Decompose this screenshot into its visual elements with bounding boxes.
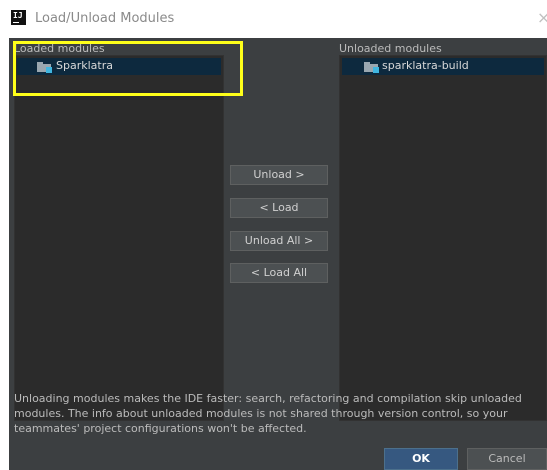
ok-button[interactable]: OK xyxy=(384,448,458,470)
cancel-button[interactable]: Cancel xyxy=(467,448,547,470)
app-icon-underscore xyxy=(13,22,19,23)
loaded-modules-list[interactable]: Sparklatra xyxy=(14,55,224,421)
module-label: Sparklatra xyxy=(56,59,113,72)
module-label: sparklatra-build xyxy=(382,59,469,72)
window-title: Load/Unload Modules xyxy=(35,11,175,26)
module-folder-icon xyxy=(37,62,52,73)
loaded-modules-header: Loaded modules xyxy=(14,42,105,55)
load-all-button[interactable]: < Load All xyxy=(230,263,328,283)
app-icon-text: IJ xyxy=(13,11,23,20)
intellij-app-icon: IJ xyxy=(11,10,26,25)
unloaded-modules-list[interactable]: sparklatra-build xyxy=(339,55,547,421)
list-item-unloaded-module[interactable]: sparklatra-build xyxy=(342,58,544,75)
list-item-loaded-module[interactable]: Sparklatra xyxy=(17,58,221,75)
close-icon[interactable]: × xyxy=(537,9,547,27)
title-bar: IJ Load/Unload Modules × xyxy=(0,0,547,38)
load-button[interactable]: < Load xyxy=(230,198,328,218)
module-folder-icon xyxy=(364,62,379,73)
unload-button[interactable]: Unload > xyxy=(230,165,328,185)
info-description: Unloading modules makes the IDE faster: … xyxy=(14,392,522,435)
unloaded-modules-header: Unloaded modules xyxy=(339,42,442,55)
unload-all-button[interactable]: Unload All > xyxy=(230,231,328,251)
